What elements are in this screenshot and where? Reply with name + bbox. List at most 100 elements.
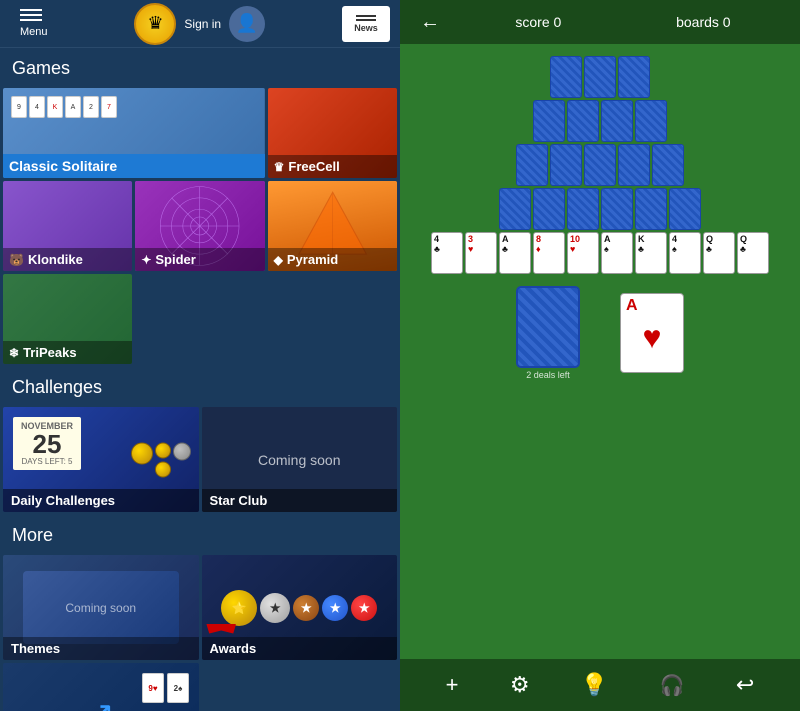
pyramid-row-5: 4♣ 3♥ A♣ 8♦ 10♥ A♠ K♣ 4♠ Q♣ Q♣	[431, 232, 769, 274]
more-tile-statistics[interactable]: ↗ 9♥ 2♠ Statistics	[3, 663, 199, 711]
deals-left-text: 2 deals left	[526, 370, 570, 380]
stat-card-1: 9♥	[142, 673, 164, 703]
game-tile-tripeaks[interactable]: ❄TriPeaks	[3, 274, 132, 364]
menu-line-2	[20, 14, 42, 16]
pyramid-card-ac[interactable]: A♣	[499, 232, 531, 274]
score-area: score 0 boards 0	[458, 14, 788, 30]
mini-card: A	[65, 96, 81, 118]
more-label-themes: Themes	[3, 637, 199, 660]
pyramid-card[interactable]	[601, 188, 633, 230]
pyramid-card[interactable]	[635, 100, 667, 142]
pyramid-card[interactable]	[652, 144, 684, 186]
menu-line-1	[20, 9, 42, 11]
pyramid-card-8d[interactable]: 8♦	[533, 232, 565, 274]
game-label-classic-solitaire: Classic Solitaire	[3, 154, 265, 178]
menu-button[interactable]: Menu	[10, 3, 58, 44]
discard-suit: ♥	[626, 319, 678, 356]
back-button[interactable]: ←	[412, 7, 448, 38]
awards-medals: ⭐ ★ ★ ★ ★	[221, 590, 377, 626]
pyramid-card[interactable]	[635, 188, 667, 230]
challenge-tile-star-club[interactable]: Coming soon Star Club	[202, 407, 398, 512]
game-tile-pyramid[interactable]: ◆Pyramid	[268, 181, 397, 271]
pyramid-card-3h[interactable]: 3♥	[465, 232, 497, 274]
pyramid-card[interactable]	[567, 188, 599, 230]
tripeaks-icon: ❄	[9, 346, 19, 360]
game-tile-classic-solitaire[interactable]: 9 4 K A 2 7 Classic Solitaire	[3, 88, 265, 178]
settings-icon: ⚙	[510, 672, 530, 698]
pyramid-card-kc[interactable]: K♣	[635, 232, 667, 274]
pyramid-card[interactable]	[533, 188, 565, 230]
pyramid-card[interactable]	[516, 144, 548, 186]
pyramid-card-as[interactable]: A♠	[601, 232, 633, 274]
undo-button[interactable]: ↩	[726, 666, 764, 704]
games-grid: 9 4 K A 2 7 Classic Solitaire ♛FreeCell …	[0, 85, 400, 367]
mini-card: 7	[101, 96, 117, 118]
medal-red: ★	[351, 595, 377, 621]
pyramid-row-4	[499, 188, 701, 230]
game-area: 4♣ 3♥ A♣ 8♦ 10♥ A♠ K♣ 4♠ Q♣ Q♣ 2 deals l…	[400, 44, 800, 659]
game-label-freecell: ♛FreeCell	[268, 155, 397, 178]
pyramid-card[interactable]	[533, 100, 565, 142]
more-section-header: More	[0, 515, 400, 552]
menu-label: Menu	[20, 26, 48, 38]
avatar-button[interactable]: 👤	[229, 6, 265, 42]
sign-in-button[interactable]: Sign in	[184, 17, 221, 31]
pyramid-card-4c[interactable]: 4♣	[431, 232, 463, 274]
pyramid-card[interactable]	[567, 100, 599, 142]
hint-button[interactable]: 💡	[571, 666, 618, 704]
medal-bronze: ★	[293, 595, 319, 621]
pyramid-card[interactable]	[584, 56, 616, 98]
coin-2	[155, 442, 171, 458]
pyramid-card[interactable]	[584, 144, 616, 186]
pyramid-card[interactable]	[550, 144, 582, 186]
game-toolbar: + ⚙ 💡 🎧 ↩	[400, 659, 800, 711]
mini-card: 2	[83, 96, 99, 118]
game-tile-freecell[interactable]: ♛FreeCell	[268, 88, 397, 178]
red-ribbon	[206, 624, 236, 634]
pyramid-card-qc[interactable]: Q♣	[703, 232, 735, 274]
coin-4	[173, 442, 191, 460]
stat-card-2: 2♠	[167, 673, 189, 703]
pyramid-card-10h[interactable]: 10♥	[567, 232, 599, 274]
pyramid-card[interactable]	[618, 56, 650, 98]
left-panel: Menu ♛ Sign in 👤 News Games 9 4 K A 2 7	[0, 0, 400, 711]
game-tile-spider[interactable]: ✦Spider	[135, 181, 264, 271]
game-label-pyramid: ◆Pyramid	[268, 248, 397, 271]
game-tile-klondike[interactable]: 🐻Klondike	[3, 181, 132, 271]
more-label-awards: Awards	[202, 637, 398, 660]
pyramid-card-4s[interactable]: 4♠	[669, 232, 701, 274]
medal-gold: ⭐	[221, 590, 257, 626]
pyramid-icon: ◆	[274, 253, 283, 267]
pyramid-card[interactable]	[499, 188, 531, 230]
discard-pile[interactable]: A ♥	[620, 293, 684, 373]
add-button[interactable]: +	[436, 666, 469, 704]
game-label-klondike: 🐻Klondike	[3, 248, 132, 271]
pyramid-card[interactable]	[550, 56, 582, 98]
pyramid-row-3	[516, 144, 684, 186]
pyramid-card-qc2[interactable]: Q♣	[737, 232, 769, 274]
audio-button[interactable]: 🎧	[650, 667, 695, 704]
calendar-note: NOVEMBER 25 DAYS LEFT: 5	[13, 417, 81, 470]
app-header: Menu ♛ Sign in 👤 News	[0, 0, 400, 48]
more-tile-themes[interactable]: Coming soon Themes	[3, 555, 199, 660]
coin-1	[131, 442, 153, 464]
right-panel: ← score 0 boards 0	[400, 0, 800, 711]
challenge-tile-daily[interactable]: NOVEMBER 25 DAYS LEFT: 5 Daily Challenge…	[3, 407, 199, 512]
pyramid-area: 4♣ 3♥ A♣ 8♦ 10♥ A♠ K♣ 4♠ Q♣ Q♣	[408, 56, 792, 274]
challenges-section-header: Challenges	[0, 367, 400, 404]
klondike-icon: 🐻	[9, 253, 24, 267]
themes-coming-soon-text: Coming soon	[65, 601, 136, 615]
coin-3	[155, 461, 171, 477]
settings-button[interactable]: ⚙	[500, 666, 540, 704]
pyramid-card[interactable]	[669, 188, 701, 230]
challenge-label-daily: Daily Challenges	[3, 489, 199, 512]
news-button[interactable]: News	[342, 6, 390, 42]
medals-container: ⭐ ★ ★ ★ ★	[221, 590, 377, 626]
game-topbar: ← score 0 boards 0	[400, 0, 800, 44]
crown-icon: ♛	[134, 3, 176, 45]
undo-icon: ↩	[736, 672, 754, 698]
pyramid-card[interactable]	[601, 100, 633, 142]
more-tile-awards[interactable]: ⭐ ★ ★ ★ ★ Awards	[202, 555, 398, 660]
draw-pile[interactable]	[516, 286, 580, 368]
pyramid-card[interactable]	[618, 144, 650, 186]
